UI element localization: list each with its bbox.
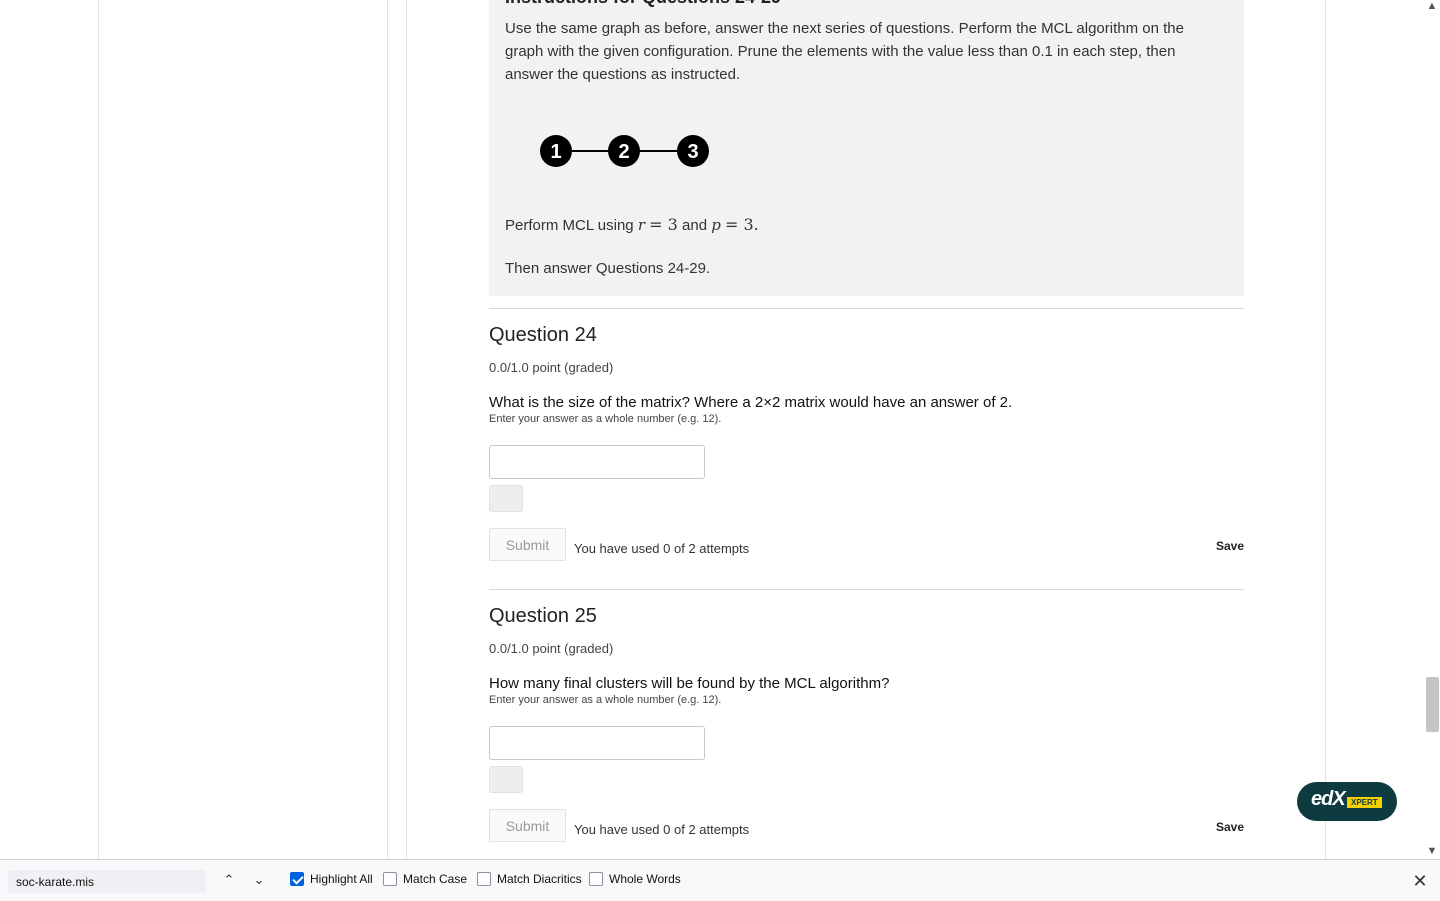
- checkbox-checked-icon: [290, 872, 304, 886]
- question-25-hint: Enter your answer as a whole number (e.g…: [489, 694, 722, 706]
- instructions-text: Use the same graph as before, answer the…: [505, 20, 1184, 83]
- checkbox-unchecked-icon: [477, 872, 491, 886]
- question-24-submit-button[interactable]: Submit: [489, 528, 566, 561]
- scroll-down-icon[interactable]: ▼: [1426, 845, 1438, 857]
- question-25-status-indicator: [489, 766, 523, 793]
- question-25-title: Question 25: [489, 605, 597, 627]
- p-value: = 3.: [725, 215, 759, 234]
- mcl-prefix: Perform MCL using: [505, 217, 634, 234]
- checkbox-unchecked-icon: [589, 872, 603, 886]
- find-input[interactable]: [8, 870, 206, 893]
- edx-xpert-chat-button[interactable]: edX XPERT: [1297, 782, 1397, 821]
- r-variable: r: [637, 216, 645, 234]
- scroll-up-icon[interactable]: ▲: [1426, 0, 1438, 12]
- question-24-attempts: You have used 0 of 2 attempts: [574, 541, 750, 556]
- graph-node-1-label: 1: [550, 141, 561, 163]
- edx-logo: edX: [1311, 788, 1346, 810]
- instructions-heading: Instructions for Questions 24-29: [505, 0, 781, 8]
- match-diacritics-checkbox[interactable]: Match Diacritics: [477, 872, 582, 886]
- divider: [489, 589, 1244, 590]
- find-next-icon[interactable]: ⌄: [251, 872, 267, 888]
- highlight-all-label: Highlight All: [310, 872, 373, 886]
- question-25-text: How many final clusters will be found by…: [489, 675, 890, 692]
- question-24-points: 0.0/1.0 point (graded): [489, 360, 614, 375]
- question-24-title: Question 24: [489, 324, 597, 346]
- question-25-save-button[interactable]: Save: [1216, 820, 1244, 834]
- left-gutter: [0, 0, 98, 859]
- question-25-answer-input[interactable]: [489, 726, 705, 760]
- find-previous-icon[interactable]: ⌃: [221, 872, 237, 888]
- question-24-status-indicator: [489, 485, 523, 512]
- graph-node-3-label: 3: [687, 141, 698, 163]
- close-icon[interactable]: ✕: [1411, 871, 1429, 892]
- then-answer-text: Then answer Questions 24-29.: [505, 260, 711, 277]
- question-25-points: 0.0/1.0 point (graded): [489, 641, 614, 656]
- match-diacritics-label: Match Diacritics: [497, 872, 582, 886]
- checkbox-unchecked-icon: [383, 872, 397, 886]
- page-scrollbar[interactable]: ▲ ▼: [1424, 0, 1440, 859]
- match-case-checkbox[interactable]: Match Case: [383, 872, 467, 886]
- divider: [489, 308, 1244, 309]
- question-25-attempts: You have used 0 of 2 attempts: [574, 822, 750, 837]
- course-sidebar: [98, 0, 388, 859]
- graph-node-2: 2: [608, 135, 640, 167]
- question-25-submit-button[interactable]: Submit: [489, 809, 566, 842]
- graph-diagram: 1 2 3: [540, 135, 709, 167]
- scrollbar-thumb[interactable]: [1426, 677, 1439, 732]
- instructions-panel: Instructions for Questions 24-29 Use the…: [489, 0, 1244, 296]
- question-24-save-button[interactable]: Save: [1216, 539, 1244, 553]
- question-24-text: What is the size of the matrix? Where a …: [489, 394, 1013, 411]
- match-case-label: Match Case: [403, 872, 468, 886]
- mcl-parameters: Perform MCL using r = 3 and p = 3.: [505, 215, 759, 234]
- graph-node-3: 3: [677, 135, 709, 167]
- graph-node-2-label: 2: [618, 141, 629, 163]
- r-value: = 3: [649, 215, 678, 234]
- whole-words-checkbox[interactable]: Whole Words: [589, 872, 681, 886]
- question-24-answer-input[interactable]: [489, 445, 705, 479]
- xpert-tag: XPERT: [1347, 797, 1382, 808]
- highlight-all-checkbox[interactable]: Highlight All: [290, 872, 373, 886]
- find-bar: ⌃ ⌄ Highlight All Match Case Match Diacr…: [0, 859, 1440, 901]
- question-24-hint: Enter your answer as a whole number (e.g…: [489, 413, 722, 425]
- and-word: and: [682, 217, 708, 234]
- whole-words-label: Whole Words: [609, 872, 681, 886]
- graph-node-1: 1: [540, 135, 572, 167]
- p-variable: p: [711, 216, 721, 234]
